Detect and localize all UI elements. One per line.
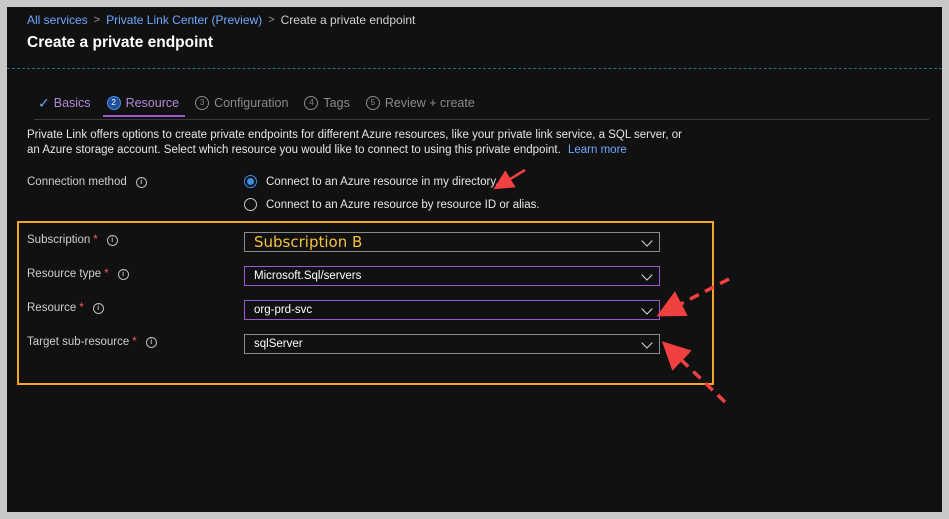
annotation-arrow-resource (656, 277, 730, 317)
annotation-arrow-connection (493, 168, 526, 190)
annotation-arrow-target-sub-resource (661, 341, 727, 404)
portal-frame: All services > Private Link Center (Prev… (7, 7, 942, 512)
annotation-arrows (493, 168, 730, 404)
